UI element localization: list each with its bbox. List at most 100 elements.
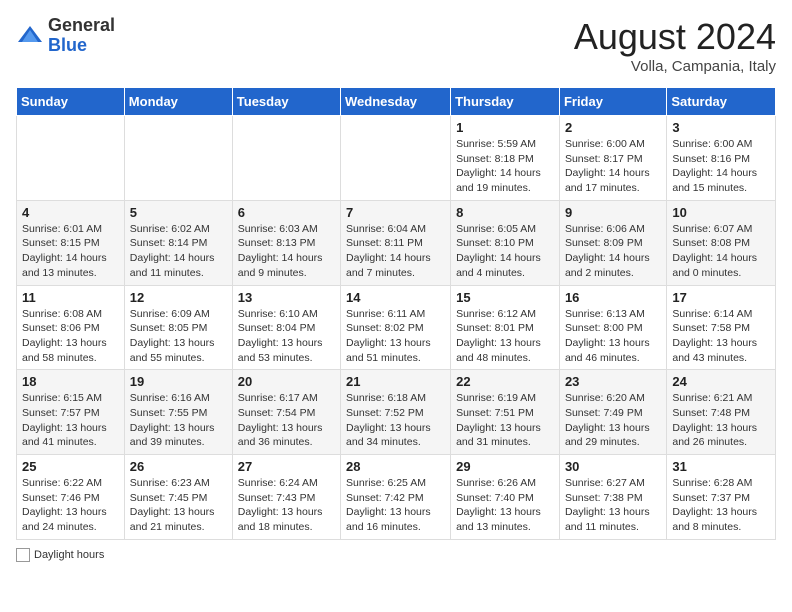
day-info: Sunrise: 6:09 AM Sunset: 8:05 PM Dayligh… [130,307,227,366]
day-number: 5 [130,205,227,220]
day-number: 12 [130,290,227,305]
day-number: 18 [22,374,119,389]
day-info: Sunrise: 6:13 AM Sunset: 8:00 PM Dayligh… [565,307,661,366]
day-info: Sunrise: 6:18 AM Sunset: 7:52 PM Dayligh… [346,391,445,450]
day-number: 2 [565,120,661,135]
calendar-cell: 10 Sunrise: 6:07 AM Sunset: 8:08 PM Dayli… [667,200,776,285]
calendar-cell: 8 Sunrise: 6:05 AM Sunset: 8:10 PM Daylig… [451,200,560,285]
day-info: Sunrise: 6:04 AM Sunset: 8:11 PM Dayligh… [346,222,445,281]
day-number: 28 [346,459,445,474]
calendar-table: SundayMondayTuesdayWednesdayThursdayFrid… [16,87,776,540]
calendar-cell: 22Sunrise: 6:19 AM Sunset: 7:51 PM Dayli… [451,370,560,455]
calendar-cell: 24 Sunrise: 6:21 AM Sunset: 7:48 PM Dayli… [667,370,776,455]
day-info: Sunrise: 6:01 AM Sunset: 8:15 PM Dayligh… [22,222,119,281]
day-number: 20 [238,374,335,389]
day-number: 9 [565,205,661,220]
calendar-cell: 29Sunrise: 6:26 AM Sunset: 7:40 PM Dayli… [451,455,560,540]
calendar-cell: 5 Sunrise: 6:02 AM Sunset: 8:14 PM Daylig… [124,200,232,285]
calendar-header-monday: Monday [124,88,232,116]
day-number: 1 [456,120,554,135]
day-number: 13 [238,290,335,305]
calendar-week-row: 4 Sunrise: 6:01 AM Sunset: 8:15 PM Daylig… [17,200,776,285]
day-number: 21 [346,374,445,389]
calendar-title: August 2024 [574,16,776,58]
day-number: 6 [238,205,335,220]
day-info: Sunrise: 6:17 AM Sunset: 7:54 PM Dayligh… [238,391,335,450]
calendar-cell: 23 Sunrise: 6:20 AM Sunset: 7:49 PM Dayli… [559,370,666,455]
day-info: Sunrise: 6:06 AM Sunset: 8:09 PM Dayligh… [565,222,661,281]
logo: General Blue [16,16,115,56]
day-info: Sunrise: 6:15 AM Sunset: 7:57 PM Dayligh… [22,391,119,450]
calendar-cell: 26Sunrise: 6:23 AM Sunset: 7:45 PM Dayli… [124,455,232,540]
calendar-legend: Daylight hours [16,548,776,565]
calendar-cell [124,116,232,201]
day-info: Sunrise: 6:22 AM Sunset: 7:46 PM Dayligh… [22,476,119,535]
logo-icon [16,22,44,50]
calendar-cell: 31Sunrise: 6:28 AM Sunset: 7:37 PM Dayli… [667,455,776,540]
calendar-cell [232,116,340,201]
day-info: Sunrise: 6:27 AM Sunset: 7:38 PM Dayligh… [565,476,661,535]
day-info: Sunrise: 6:05 AM Sunset: 8:10 PM Dayligh… [456,222,554,281]
day-info: Sunrise: 6:08 AM Sunset: 8:06 PM Dayligh… [22,307,119,366]
calendar-week-row: 1 Sunrise: 5:59 AM Sunset: 8:18 PM Daylig… [17,116,776,201]
calendar-header-row: SundayMondayTuesdayWednesdayThursdayFrid… [17,88,776,116]
calendar-cell: 2 Sunrise: 6:00 AM Sunset: 8:17 PM Daylig… [559,116,666,201]
day-number: 19 [130,374,227,389]
day-number: 4 [22,205,119,220]
day-number: 29 [456,459,554,474]
calendar-cell: 17 Sunrise: 6:14 AM Sunset: 7:58 PM Dayli… [667,285,776,370]
calendar-cell: 6 Sunrise: 6:03 AM Sunset: 8:13 PM Daylig… [232,200,340,285]
day-number: 15 [456,290,554,305]
day-number: 7 [346,205,445,220]
calendar-cell: 28 Sunrise: 6:25 AM Sunset: 7:42 PM Dayli… [341,455,451,540]
calendar-cell: 19Sunrise: 6:16 AM Sunset: 7:55 PM Dayli… [124,370,232,455]
calendar-cell: 15Sunrise: 6:12 AM Sunset: 8:01 PM Dayli… [451,285,560,370]
day-info: Sunrise: 6:24 AM Sunset: 7:43 PM Dayligh… [238,476,335,535]
daylight-legend-item: Daylight hours [16,548,104,562]
day-info: Sunrise: 6:21 AM Sunset: 7:48 PM Dayligh… [672,391,770,450]
day-info: Sunrise: 6:11 AM Sunset: 8:02 PM Dayligh… [346,307,445,366]
title-area: August 2024 Volla, Campania, Italy [574,16,776,75]
day-number: 14 [346,290,445,305]
daylight-color-swatch [16,548,30,562]
day-info: Sunrise: 6:14 AM Sunset: 7:58 PM Dayligh… [672,307,770,366]
day-number: 16 [565,290,661,305]
day-info: Sunrise: 6:20 AM Sunset: 7:49 PM Dayligh… [565,391,661,450]
calendar-cell: 13Sunrise: 6:10 AM Sunset: 8:04 PM Dayli… [232,285,340,370]
daylight-legend-label: Daylight hours [34,549,104,561]
calendar-cell: 30 Sunrise: 6:27 AM Sunset: 7:38 PM Dayli… [559,455,666,540]
calendar-header-tuesday: Tuesday [232,88,340,116]
day-number: 23 [565,374,661,389]
calendar-header-thursday: Thursday [451,88,560,116]
calendar-header-wednesday: Wednesday [341,88,451,116]
day-info: Sunrise: 6:02 AM Sunset: 8:14 PM Dayligh… [130,222,227,281]
day-info: Sunrise: 6:19 AM Sunset: 7:51 PM Dayligh… [456,391,554,450]
day-number: 3 [672,120,770,135]
day-info: Sunrise: 5:59 AM Sunset: 8:18 PM Dayligh… [456,137,554,196]
day-number: 10 [672,205,770,220]
day-number: 11 [22,290,119,305]
day-number: 24 [672,374,770,389]
day-number: 30 [565,459,661,474]
calendar-cell: 18 Sunrise: 6:15 AM Sunset: 7:57 PM Dayli… [17,370,125,455]
calendar-cell: 7 Sunrise: 6:04 AM Sunset: 8:11 PM Daylig… [341,200,451,285]
day-info: Sunrise: 6:07 AM Sunset: 8:08 PM Dayligh… [672,222,770,281]
day-info: Sunrise: 6:23 AM Sunset: 7:45 PM Dayligh… [130,476,227,535]
calendar-week-row: 18 Sunrise: 6:15 AM Sunset: 7:57 PM Dayli… [17,370,776,455]
calendar-subtitle: Volla, Campania, Italy [574,58,776,75]
calendar-cell: 20 Sunrise: 6:17 AM Sunset: 7:54 PM Dayli… [232,370,340,455]
calendar-cell: 3Sunrise: 6:00 AM Sunset: 8:16 PM Daylig… [667,116,776,201]
calendar-cell: 11 Sunrise: 6:08 AM Sunset: 8:06 PM Dayli… [17,285,125,370]
page-header: General Blue August 2024 Volla, Campania… [16,16,776,75]
day-info: Sunrise: 6:00 AM Sunset: 8:17 PM Dayligh… [565,137,661,196]
day-number: 17 [672,290,770,305]
day-number: 8 [456,205,554,220]
day-info: Sunrise: 6:03 AM Sunset: 8:13 PM Dayligh… [238,222,335,281]
calendar-week-row: 25 Sunrise: 6:22 AM Sunset: 7:46 PM Dayli… [17,455,776,540]
logo-text: General Blue [48,16,115,56]
day-number: 31 [672,459,770,474]
day-info: Sunrise: 6:25 AM Sunset: 7:42 PM Dayligh… [346,476,445,535]
calendar-cell: 21 Sunrise: 6:18 AM Sunset: 7:52 PM Dayli… [341,370,451,455]
calendar-cell: 1 Sunrise: 5:59 AM Sunset: 8:18 PM Daylig… [451,116,560,201]
day-number: 25 [22,459,119,474]
